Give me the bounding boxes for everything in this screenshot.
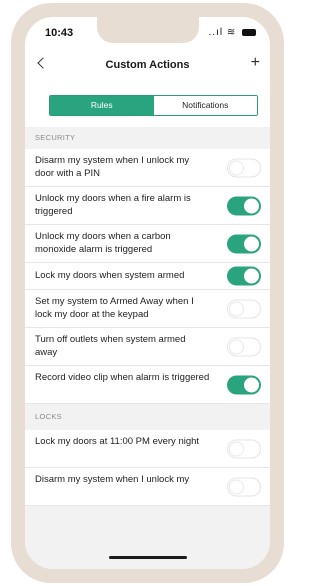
rule-label: Lock my doors when system armed [35, 270, 185, 281]
toggle-knob [229, 479, 244, 494]
toggle-knob [244, 198, 259, 213]
toggle-knob [244, 236, 259, 251]
toggle-knob [244, 268, 259, 284]
rule-toggle[interactable] [227, 266, 261, 286]
tab-notifications[interactable]: Notifications [153, 96, 257, 115]
app-screen: 10:43 ..ıl ≋ Custom Actions + Rules Noti… [25, 17, 270, 569]
rule-row: Disarm my system when I unlock my door w… [25, 149, 270, 187]
page-title: Custom Actions [105, 59, 190, 71]
device-notch [97, 17, 199, 43]
rule-toggle[interactable] [227, 375, 261, 394]
wifi-icon: ≋ [226, 27, 237, 38]
tab-rules[interactable]: Rules [50, 96, 154, 115]
rule-label: Unlock my doors when a fire alarm is tri… [35, 193, 191, 217]
rule-toggle[interactable] [227, 477, 261, 496]
signal-icon: ..ıl [208, 27, 224, 38]
rule-label: Unlock my doors when a carbon monoxide a… [35, 231, 171, 255]
segmented-control: Rules Notifications [49, 95, 258, 116]
rule-toggle[interactable] [227, 439, 261, 458]
rule-toggle[interactable] [227, 337, 261, 356]
rules-list: SECURITY Disarm my system when I unlock … [25, 127, 270, 569]
rule-toggle[interactable] [227, 234, 261, 253]
toggle-knob [244, 377, 259, 392]
nav-bar: Custom Actions + [25, 55, 270, 79]
rule-row: Unlock my doors when a fire alarm is tri… [25, 187, 270, 225]
rule-toggle[interactable] [227, 158, 261, 177]
add-icon[interactable]: + [251, 55, 260, 71]
rule-label: Lock my doors at 11:00 PM every night [35, 436, 200, 447]
rule-label: Disarm my system when I unlock my [35, 474, 190, 485]
rule-label: Set my system to Armed Away when I lock … [35, 296, 194, 320]
rule-row: Record video clip when alarm is triggere… [25, 366, 270, 404]
rule-row: Turn off outlets when system armed away [25, 328, 270, 366]
section-header-security: SECURITY [25, 127, 270, 149]
rule-label: Turn off outlets when system armed away [35, 334, 186, 358]
rule-row: Lock my doors when system armed [25, 263, 270, 290]
rule-toggle[interactable] [227, 196, 261, 215]
rule-row: Unlock my doors when a carbon monoxide a… [25, 225, 270, 263]
toggle-knob [229, 441, 244, 456]
section-header-locks: LOCKS [25, 404, 270, 430]
rule-toggle[interactable] [227, 299, 261, 318]
phone-frame: 10:43 ..ıl ≋ Custom Actions + Rules Noti… [11, 3, 284, 583]
rule-row: Set my system to Armed Away when I lock … [25, 290, 270, 328]
rule-row: Lock my doors at 11:00 PM every night [25, 430, 270, 468]
rule-row: Disarm my system when I unlock my [25, 468, 270, 506]
rule-label: Record video clip when alarm is triggere… [35, 372, 210, 383]
rule-label: Disarm my system when I unlock my door w… [35, 155, 190, 179]
toggle-knob [229, 339, 244, 354]
status-icons: ..ıl ≋ [208, 27, 256, 38]
battery-icon [242, 28, 256, 36]
toggle-knob [229, 301, 244, 316]
status-time: 10:43 [45, 27, 74, 39]
home-indicator [109, 556, 187, 559]
toggle-knob [229, 160, 244, 175]
